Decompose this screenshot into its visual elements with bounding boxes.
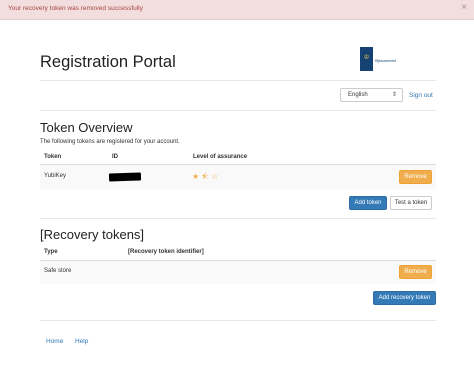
divider bbox=[40, 320, 436, 321]
divider bbox=[40, 110, 436, 111]
close-icon[interactable]: × bbox=[461, 3, 467, 13]
add-recovery-token-button[interactable]: Add recovery token bbox=[373, 291, 436, 305]
token-overview-subtitle: The following tokens are registered for … bbox=[40, 139, 180, 145]
recovery-token-type: Safe store bbox=[44, 268, 72, 274]
redacted-token-id bbox=[108, 172, 142, 182]
alert-message: Your recovery token was removed successf… bbox=[8, 5, 143, 12]
logo-text: Rijksoverheid bbox=[375, 59, 397, 63]
column-header-token: Token bbox=[44, 154, 62, 160]
sign-out-link[interactable]: Sign out bbox=[409, 92, 433, 99]
logo-bar: ♔ bbox=[360, 47, 373, 71]
column-header-level: Level of assurance bbox=[193, 154, 248, 160]
recovery-tokens-heading: [Recovery tokens] bbox=[40, 227, 145, 242]
language-select[interactable]: English ⇕ bbox=[340, 88, 403, 102]
remove-token-button[interactable]: Remove bbox=[399, 170, 432, 184]
divider bbox=[40, 218, 436, 219]
success-alert: Your recovery token was removed successf… bbox=[0, 0, 474, 20]
token-overview-heading: Token Overview bbox=[40, 120, 133, 135]
star-empty-icon: ☆ bbox=[211, 172, 219, 181]
star-full-icon: ★ bbox=[192, 172, 200, 181]
table-row bbox=[40, 164, 436, 189]
column-header-id: ID bbox=[112, 154, 118, 160]
add-token-button[interactable]: Add token bbox=[349, 196, 387, 210]
column-header-type: Type bbox=[44, 249, 58, 255]
table-row bbox=[40, 260, 436, 284]
footer-link-help[interactable]: Help bbox=[75, 338, 88, 345]
assurance-stars: ★ ⯪ ☆ bbox=[192, 172, 218, 181]
remove-recovery-token-button[interactable]: Remove bbox=[399, 265, 432, 279]
divider bbox=[40, 80, 436, 81]
token-name: YubiKey bbox=[44, 173, 67, 179]
crest-icon: ♔ bbox=[363, 54, 370, 61]
column-header-identifier: [Recovery token identifier] bbox=[128, 249, 204, 255]
chevron-updown-icon: ⇕ bbox=[391, 92, 397, 98]
language-value: English bbox=[348, 92, 368, 98]
logo: ♔ Rijksoverheid bbox=[360, 47, 400, 71]
test-token-button[interactable]: Test a token bbox=[390, 196, 432, 210]
footer-link-home[interactable]: Home bbox=[46, 338, 63, 345]
star-half-icon: ⯪ bbox=[201, 172, 209, 181]
page-title: Registration Portal bbox=[40, 53, 176, 71]
